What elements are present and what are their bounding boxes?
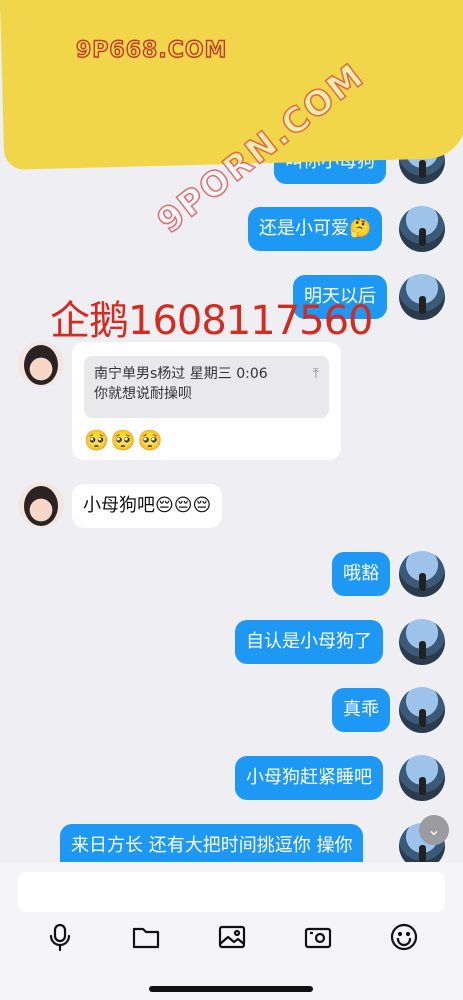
microphone-icon[interactable] <box>45 922 75 952</box>
incoming-message[interactable]: 小母狗吧😔😔😔 <box>72 484 223 528</box>
quoted-message-body: 你就想说耐操呗 <box>94 386 192 402</box>
message-input[interactable] <box>18 872 445 912</box>
composer-toolbar <box>0 922 463 958</box>
jump-to-quote-icon[interactable]: ⤒ <box>313 364 319 384</box>
my-avatar[interactable] <box>399 755 445 801</box>
contact-avatar[interactable] <box>18 341 64 387</box>
image-icon[interactable] <box>217 922 247 952</box>
folder-icon[interactable] <box>131 922 161 952</box>
watermark-banner <box>0 0 463 170</box>
home-indicator[interactable] <box>149 986 313 992</box>
my-avatar[interactable] <box>399 274 445 320</box>
outgoing-message[interactable]: 小母狗赶紧睡吧 <box>235 756 383 800</box>
camera-icon[interactable] <box>303 922 333 952</box>
site-watermark: 9P668.COM <box>75 37 228 63</box>
quoted-message[interactable]: 南宁单男s杨过 星期三 0:06 你就想说耐操呗 ⤒ <box>84 356 329 418</box>
outgoing-message[interactable]: 真乖 <box>332 688 390 732</box>
emoji-icon[interactable] <box>389 922 419 952</box>
quoted-message-header: 南宁单男s杨过 星期三 0:06 <box>94 366 268 382</box>
outgoing-message[interactable]: 哦豁 <box>332 552 390 596</box>
contact-avatar[interactable] <box>18 482 64 528</box>
outgoing-message[interactable]: 还是小可爱🤔 <box>248 207 383 251</box>
outgoing-message[interactable]: 自认是小母狗了 <box>235 620 383 664</box>
incoming-message-emoji: 🥺🥺🥺 <box>84 428 165 452</box>
qq-watermark: 企鹅1608117560 <box>50 298 373 344</box>
my-avatar[interactable] <box>399 687 445 733</box>
scroll-to-bottom-button[interactable]: ⌄ <box>419 815 449 845</box>
my-avatar[interactable] <box>399 551 445 597</box>
message-composer <box>0 862 463 1000</box>
my-avatar[interactable] <box>399 619 445 665</box>
my-avatar[interactable] <box>399 206 445 252</box>
